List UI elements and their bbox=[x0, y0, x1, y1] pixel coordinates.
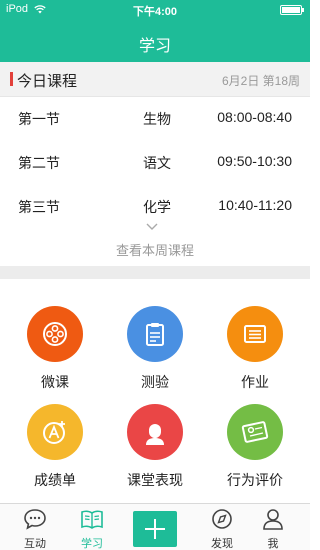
bottom-nav: 互动 学习 发现 我 bbox=[0, 503, 310, 550]
tile-label: 成绩单 bbox=[34, 472, 76, 488]
grade-a-plus-icon bbox=[27, 404, 83, 460]
chat-bubble-icon bbox=[24, 509, 46, 530]
add-button[interactable] bbox=[133, 511, 177, 547]
compass-icon bbox=[212, 509, 232, 529]
section-accent-bar bbox=[10, 72, 13, 86]
course-row[interactable]: 第二节 语文 09:50-10:30 bbox=[0, 141, 310, 185]
nav-label: 互动 bbox=[24, 538, 46, 550]
course-period: 第一节 bbox=[18, 111, 60, 127]
nav-interact[interactable]: 互动 bbox=[10, 508, 60, 550]
section-date: 6月2日 第18周 bbox=[221, 74, 300, 88]
course-subject: 生物 bbox=[143, 111, 171, 127]
course-time: 09:50-10:30 bbox=[217, 153, 292, 169]
nav-label: 我 bbox=[267, 538, 279, 550]
film-reel-icon bbox=[27, 306, 83, 362]
course-time: 08:00-08:40 bbox=[217, 109, 292, 125]
tile-label: 行为评价 bbox=[227, 472, 283, 488]
list-document-icon bbox=[227, 306, 283, 362]
nav-label: 学习 bbox=[81, 538, 103, 550]
feature-grid: 微课 测验 作业 成绩单 课堂表现 行为评价 bbox=[0, 279, 310, 503]
today-courses-header: 今日课程 6月2日 第18周 bbox=[0, 62, 310, 97]
tile-quiz[interactable]: 测验 bbox=[105, 306, 205, 392]
view-week-courses-link[interactable]: 查看本周课程 bbox=[0, 240, 310, 259]
chevron-down-icon[interactable] bbox=[146, 221, 158, 233]
tile-class-performance[interactable]: 课堂表现 bbox=[105, 404, 205, 490]
tile-homework[interactable]: 作业 bbox=[205, 306, 305, 392]
nav-me[interactable]: 我 bbox=[248, 508, 298, 550]
tile-label: 测验 bbox=[141, 374, 169, 390]
course-list: 第一节 生物 08:00-08:40 第二节 语文 09:50-10:30 第三… bbox=[0, 97, 310, 229]
student-avatar-icon bbox=[127, 404, 183, 460]
tile-transcript[interactable]: 成绩单 bbox=[5, 404, 105, 490]
page-title: 学习 bbox=[138, 38, 171, 55]
course-row[interactable]: 第一节 生物 08:00-08:40 bbox=[0, 97, 310, 141]
nav-discover[interactable]: 发现 bbox=[197, 508, 247, 550]
battery-icon bbox=[280, 5, 304, 15]
tile-micro-course[interactable]: 微课 bbox=[5, 306, 105, 392]
tile-label: 作业 bbox=[241, 374, 269, 390]
nav-study[interactable]: 学习 bbox=[67, 508, 117, 550]
course-period: 第二节 bbox=[18, 155, 60, 171]
app-header: iPod 下午4:00 学习 bbox=[0, 0, 310, 62]
certificate-icon bbox=[227, 404, 283, 460]
tile-label: 微课 bbox=[41, 374, 69, 390]
status-bar: iPod 下午4:00 bbox=[0, 0, 310, 20]
clipboard-icon bbox=[127, 306, 183, 362]
course-time: 10:40-11:20 bbox=[218, 197, 292, 213]
course-subject: 化学 bbox=[143, 199, 171, 215]
tile-label: 课堂表现 bbox=[127, 472, 183, 488]
nav-label: 发现 bbox=[211, 538, 233, 550]
section-title: 今日课程 bbox=[17, 73, 78, 90]
person-icon bbox=[263, 509, 283, 530]
open-book-icon bbox=[81, 510, 103, 529]
section-divider bbox=[0, 266, 310, 279]
tile-behavior-review[interactable]: 行为评价 bbox=[205, 404, 305, 490]
status-time: 下午4:00 bbox=[132, 6, 178, 18]
course-subject: 语文 bbox=[143, 155, 171, 171]
course-period: 第三节 bbox=[18, 199, 60, 215]
